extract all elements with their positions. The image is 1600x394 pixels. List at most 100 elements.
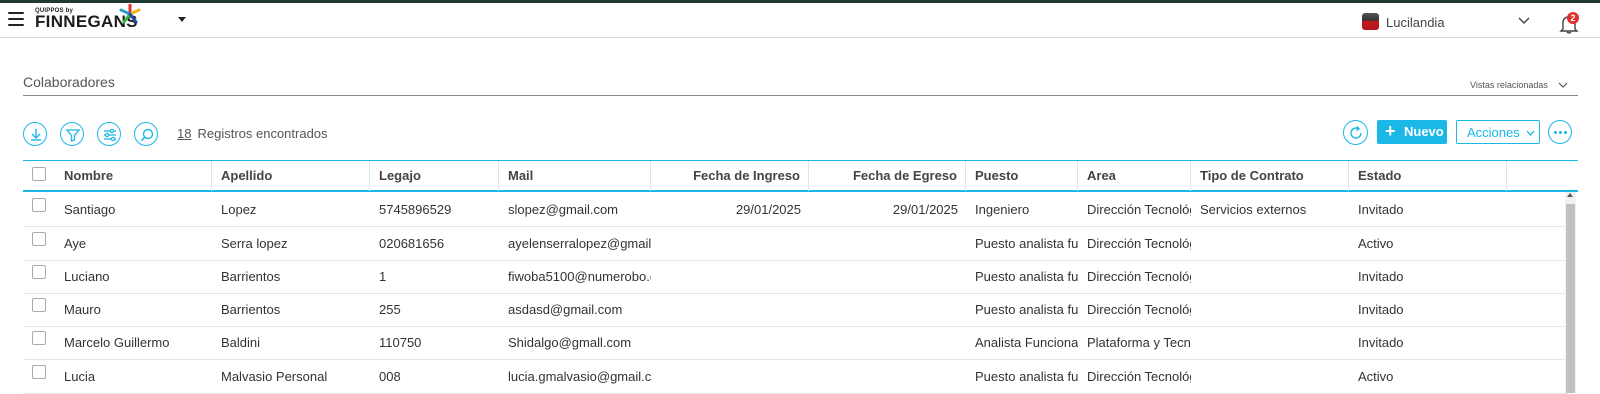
settings-sliders-button[interactable]	[97, 122, 121, 146]
cell-apellido: Malvasio Personal	[221, 369, 328, 384]
filter-icon	[65, 129, 81, 142]
cell-fecha-egreso	[809, 260, 966, 293]
cell-tipo-contrato: Servicios externos	[1200, 202, 1307, 217]
row-checkbox[interactable]	[32, 331, 46, 345]
table-scrollbar-thumb[interactable]	[1566, 204, 1575, 393]
refresh-button[interactable]	[1343, 120, 1368, 145]
cell-tipo-contrato	[1191, 326, 1349, 359]
column-header-nombre[interactable]: Nombre	[55, 161, 212, 191]
cell-fecha-ingreso	[651, 360, 809, 393]
cell-area: Dirección Tecnológ	[1087, 302, 1191, 317]
cell-legajo: 1	[379, 269, 387, 284]
cell-mail: fiwoba5100@numerobo.cc	[508, 269, 651, 284]
cell-apellido: Serra lopez	[221, 236, 288, 251]
cell-fecha-ingreso	[651, 326, 809, 359]
column-header-fecha-egreso[interactable]: Fecha de Egreso	[809, 161, 966, 191]
page-title: Colaboradores	[23, 74, 115, 90]
chevron-down-icon[interactable]	[1558, 80, 1568, 90]
cell-nombre: Luciano	[64, 269, 110, 284]
row-checkbox[interactable]	[32, 198, 46, 212]
table-row[interactable]: Luciano Barrientos 1 fiwoba5100@numerobo…	[23, 260, 1568, 294]
download-button[interactable]	[23, 122, 47, 146]
cell-nombre: Lucia	[64, 369, 96, 384]
dot	[1559, 131, 1562, 134]
download-icon	[31, 129, 41, 141]
cell-mail: asdasd@gmail.com	[508, 302, 623, 317]
cell-fecha-egreso	[809, 360, 966, 393]
table-row[interactable]: Lucia Malvasio Personal 008 lucia.gmalva…	[23, 360, 1568, 394]
cell-mail: ayelenserralopez@gmail.c	[508, 236, 651, 251]
chevron-down-icon	[1526, 130, 1535, 136]
column-header-puesto[interactable]: Puesto	[966, 161, 1078, 191]
notification-badge: 2	[1567, 12, 1579, 24]
search-button[interactable]	[134, 122, 158, 146]
logo-dropdown-caret-icon[interactable]	[178, 17, 186, 22]
chevron-down-icon	[1518, 17, 1530, 24]
table-row[interactable]: Aye Serra lopez 020681656 ayelenserralop…	[23, 227, 1568, 261]
plus-icon: +	[1385, 121, 1396, 141]
cell-nombre: Mauro	[64, 302, 101, 317]
column-header-fecha-ingreso[interactable]: Fecha de Ingreso	[651, 161, 809, 191]
company-selector[interactable]: Lucilandia	[1362, 12, 1532, 32]
cell-apellido: Baldini	[221, 335, 261, 350]
cell-tipo-contrato	[1191, 260, 1349, 293]
cell-mail: slopez@gmail.com	[508, 202, 619, 217]
column-header-mail[interactable]: Mail	[499, 161, 651, 191]
table-row[interactable]: Marcelo Guillermo Baldini 110750 Shidalg…	[23, 326, 1568, 360]
cell-estado: Invitado	[1358, 335, 1404, 350]
filter-button[interactable]	[60, 122, 84, 146]
cell-apellido: Barrientos	[221, 302, 281, 317]
cell-fecha-ingreso: 29/01/2025	[735, 202, 801, 217]
new-button[interactable]: + Nuevo	[1377, 120, 1447, 144]
refresh-icon	[1350, 126, 1362, 139]
records-found: 18 Registros encontrados	[177, 126, 328, 141]
cell-fecha-ingreso	[651, 227, 809, 260]
new-button-label: Nuevo	[1404, 124, 1444, 139]
more-options-button[interactable]	[1548, 120, 1572, 144]
cell-estado: Activo	[1358, 369, 1394, 384]
column-header-legajo[interactable]: Legajo	[370, 161, 499, 191]
cell-estado: Invitado	[1358, 269, 1404, 284]
column-header-tipo-contrato[interactable]: Tipo de Contrato	[1191, 161, 1349, 191]
cell-estado: Activo	[1358, 236, 1394, 251]
menu-icon[interactable]	[8, 12, 24, 26]
column-header-area[interactable]: Area	[1078, 161, 1191, 191]
row-checkbox[interactable]	[32, 365, 46, 379]
column-header-estado[interactable]: Estado	[1349, 161, 1507, 191]
cell-puesto: Analista Funcional	[975, 335, 1078, 350]
top-bar: QUIPPOS by FINNEGANS Lucilandia 2	[0, 3, 1600, 38]
row-checkbox[interactable]	[32, 232, 46, 246]
cell-area: Dirección Tecnológ	[1087, 236, 1191, 251]
records-label: Registros encontrados	[197, 126, 328, 141]
cell-tipo-contrato	[1191, 227, 1349, 260]
cell-estado: Invitado	[1358, 202, 1404, 217]
row-checkbox[interactable]	[32, 298, 46, 312]
related-views-link[interactable]: Vistas relacionadas	[1470, 80, 1548, 90]
cell-mail: Shidalgo@gmall.com	[508, 335, 632, 350]
cell-fecha-ingreso	[651, 260, 809, 293]
cell-tipo-contrato	[1191, 360, 1349, 393]
cell-fecha-egreso	[809, 293, 966, 326]
scroll-up-arrow-icon[interactable]	[1567, 193, 1573, 197]
cell-nombre: Marcelo Guillermo	[64, 335, 170, 350]
select-all-checkbox[interactable]	[32, 167, 46, 181]
cell-legajo: 255	[379, 302, 401, 317]
row-checkbox[interactable]	[32, 265, 46, 279]
cell-mail: lucia.gmalvasio@gmail.coı	[508, 369, 651, 384]
actions-dropdown[interactable]: Acciones	[1456, 120, 1540, 144]
cell-area: Dirección Tecnológ	[1087, 269, 1191, 284]
cell-puesto: Ingeniero	[975, 202, 1030, 217]
table-row[interactable]: Mauro Barrientos 255 asdasd@gmail.com Pu…	[23, 293, 1568, 327]
cell-nombre: Aye	[64, 236, 87, 251]
records-count[interactable]: 18	[177, 126, 191, 141]
dot	[1554, 131, 1557, 134]
logo-star-icon	[119, 4, 141, 24]
company-avatar	[1362, 13, 1379, 30]
cell-puesto: Puesto analista fun	[975, 302, 1078, 317]
table-row[interactable]: Santiago Lopez 5745896529 slopez@gmail.c…	[23, 193, 1568, 227]
actions-label: Acciones	[1467, 125, 1520, 140]
column-header-apellido[interactable]: Apellido	[212, 161, 370, 191]
cell-fecha-ingreso	[651, 293, 809, 326]
cell-area: Dirección Tecnológ	[1087, 202, 1191, 217]
cell-nombre: Santiago	[64, 202, 116, 217]
